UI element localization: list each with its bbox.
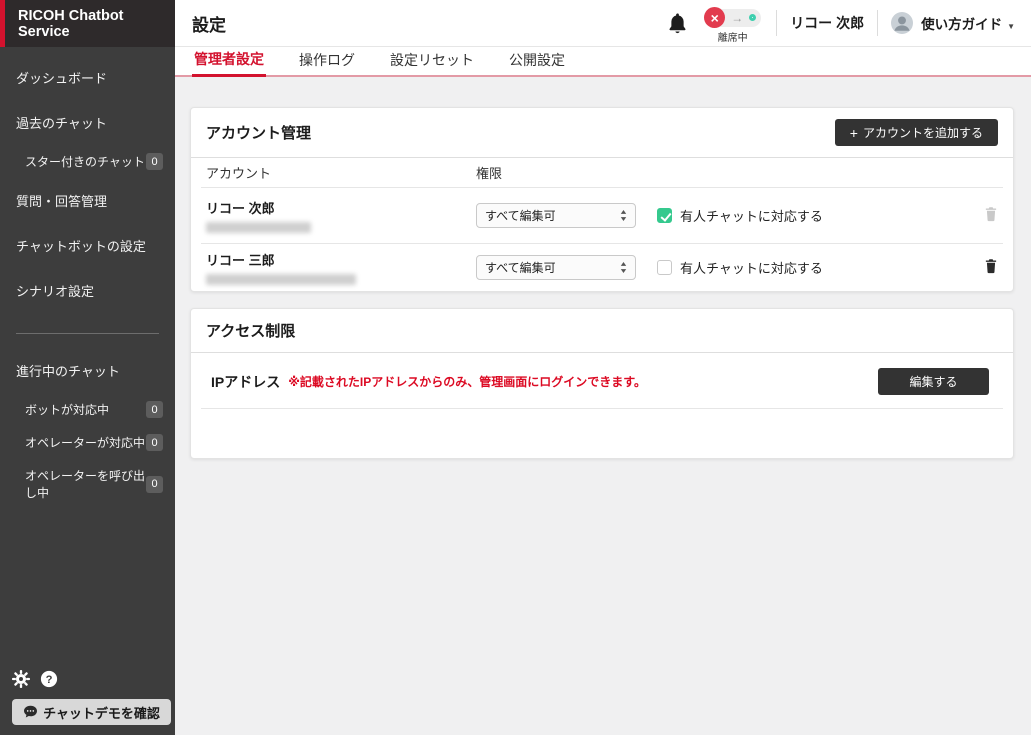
sidebar-footer: ? チャットデモを確認 xyxy=(0,660,175,735)
delete-account-button[interactable] xyxy=(984,206,998,225)
usage-guide-menu[interactable]: 使い方ガイド ▼ xyxy=(921,13,1015,33)
access-restriction-card: アクセス制限 IPアドレス ※記載されたIPアドレスからのみ、管理画面にログイン… xyxy=(190,308,1014,459)
select-arrows-icon xyxy=(620,262,627,273)
usage-guide-label: 使い方ガイド xyxy=(921,17,1002,32)
sidebar-item-label: オペレーターを呼び出し中 xyxy=(25,467,146,501)
account-row: リコー 三郎 すべて編集可 有人チャットに対応する xyxy=(191,244,1013,291)
chevron-down-icon: ▼ xyxy=(1007,22,1015,31)
manned-chat-label: 有人チャットに対応する xyxy=(680,258,823,277)
app-window: RICOH Chatbot Service ダッシュボード 過去のチャット スタ… xyxy=(0,0,1031,735)
trash-icon xyxy=(984,258,998,274)
sidebar-item-label: オペレーターが対応中 xyxy=(25,434,145,451)
page-title: 設定 xyxy=(192,11,226,36)
sidebar-divider xyxy=(16,333,159,334)
sidebar-nav: ダッシュボード 過去のチャット スター付きのチャット 0 質問・回答管理 チャッ… xyxy=(0,47,175,509)
chat-demo-label: チャットデモを確認 xyxy=(43,703,160,722)
column-permission: 権限 xyxy=(476,163,657,182)
account-email-redacted xyxy=(206,274,356,285)
tab-admin-settings[interactable]: 管理者設定 xyxy=(192,47,266,77)
sidebar-item-dashboard[interactable]: ダッシュボード xyxy=(0,55,175,100)
count-badge: 0 xyxy=(146,476,163,493)
trash-icon xyxy=(984,206,998,222)
topbar: 設定 × → 離席中 リコー 次郎 xyxy=(175,0,1031,47)
account-email-redacted xyxy=(206,222,311,233)
manned-chat-label: 有人チャットに対応する xyxy=(680,206,823,225)
count-badge: 0 xyxy=(146,401,163,418)
svg-text:?: ? xyxy=(46,674,53,686)
permission-value: すべて編集可 xyxy=(485,259,556,276)
settings-tabbar: 管理者設定 操作ログ 設定リセット 公開設定 xyxy=(175,47,1031,77)
chat-bubble-icon xyxy=(23,705,38,719)
manned-chat-option[interactable]: 有人チャットに対応する xyxy=(657,258,968,277)
sidebar-item-starred-chats[interactable]: スター付きのチャット 0 xyxy=(0,145,175,178)
tab-public-settings[interactable]: 公開設定 xyxy=(507,48,567,75)
sidebar-item-ongoing-chats[interactable]: 進行中のチャット xyxy=(0,348,175,393)
sidebar-item-bot-handling[interactable]: ボットが対応中 0 xyxy=(0,393,175,426)
ip-address-note: ※記載されたIPアドレスからのみ、管理画面にログインできます。 xyxy=(288,373,646,390)
presence-status: × → 離席中 xyxy=(704,9,761,44)
sidebar-item-label: スター付きのチャット xyxy=(25,153,145,170)
sidebar-item-qa-management[interactable]: 質問・回答管理 xyxy=(0,178,175,223)
ip-address-label: IPアドレス xyxy=(211,372,280,392)
ip-address-row: IPアドレス ※記載されたIPアドレスからのみ、管理画面にログインできます。 編… xyxy=(191,353,1013,408)
add-account-button[interactable]: + アカウントを追加する xyxy=(835,119,998,146)
status-off-icon: × xyxy=(704,7,725,28)
permission-select[interactable]: すべて編集可 xyxy=(476,255,636,280)
divider xyxy=(877,10,878,36)
sidebar-item-chatbot-settings[interactable]: チャットボットの設定 xyxy=(0,223,175,268)
count-badge: 0 xyxy=(146,153,163,170)
sidebar-item-label: ボットが対応中 xyxy=(25,401,109,418)
permission-value: すべて編集可 xyxy=(485,207,556,224)
manned-chat-option[interactable]: 有人チャットに対応する xyxy=(657,206,968,225)
sidebar-item-operator-handling[interactable]: オペレーターが対応中 0 xyxy=(0,426,175,459)
gear-icon[interactable] xyxy=(12,670,30,688)
divider xyxy=(776,10,777,36)
user-name: リコー 次郎 xyxy=(790,13,864,33)
content-area: アカウント管理 + アカウントを追加する アカウント 権限 リコー 次郎 xyxy=(175,77,1031,735)
delete-account-button[interactable] xyxy=(984,258,998,277)
select-arrows-icon xyxy=(620,210,627,221)
add-account-label: アカウントを追加する xyxy=(863,124,983,141)
status-on-icon xyxy=(749,14,756,21)
edit-ip-button[interactable]: 編集する xyxy=(878,368,989,395)
main-area: 設定 × → 離席中 リコー 次郎 xyxy=(175,0,1031,735)
count-badge: 0 xyxy=(146,434,163,451)
tab-operation-log[interactable]: 操作ログ xyxy=(297,48,357,75)
manned-chat-checkbox[interactable] xyxy=(657,260,672,275)
access-card-title: アクセス制限 xyxy=(206,320,295,341)
avatar[interactable] xyxy=(891,12,913,34)
column-account: アカウント xyxy=(206,163,476,182)
presence-toggle[interactable]: × → xyxy=(704,9,761,27)
chat-demo-button[interactable]: チャットデモを確認 xyxy=(12,699,171,725)
brand-logo: RICOH Chatbot Service xyxy=(0,0,175,47)
sidebar-item-past-chats[interactable]: 過去のチャット xyxy=(0,100,175,145)
plus-icon: + xyxy=(850,126,858,140)
permission-select[interactable]: すべて編集可 xyxy=(476,203,636,228)
arrow-right-icon: → xyxy=(731,11,743,25)
account-row: リコー 次郎 すべて編集可 有人チャットに対応する xyxy=(191,188,1013,243)
account-table-header: アカウント 権限 xyxy=(191,158,1013,187)
manned-chat-checkbox[interactable] xyxy=(657,208,672,223)
help-icon[interactable]: ? xyxy=(40,670,58,688)
account-management-card: アカウント管理 + アカウントを追加する アカウント 権限 リコー 次郎 xyxy=(190,107,1014,292)
sidebar-item-scenario-settings[interactable]: シナリオ設定 xyxy=(0,268,175,313)
card-empty-space xyxy=(191,409,1013,458)
sidebar-item-operator-calling[interactable]: オペレーターを呼び出し中 0 xyxy=(0,459,175,509)
account-name: リコー 次郎 xyxy=(206,198,476,217)
account-card-title: アカウント管理 xyxy=(206,122,311,143)
tab-settings-reset[interactable]: 設定リセット xyxy=(388,48,476,75)
notification-bell-icon[interactable] xyxy=(667,12,688,35)
account-name: リコー 三郎 xyxy=(206,250,476,269)
sidebar: RICOH Chatbot Service ダッシュボード 過去のチャット スタ… xyxy=(0,0,175,735)
status-label: 離席中 xyxy=(718,29,748,44)
